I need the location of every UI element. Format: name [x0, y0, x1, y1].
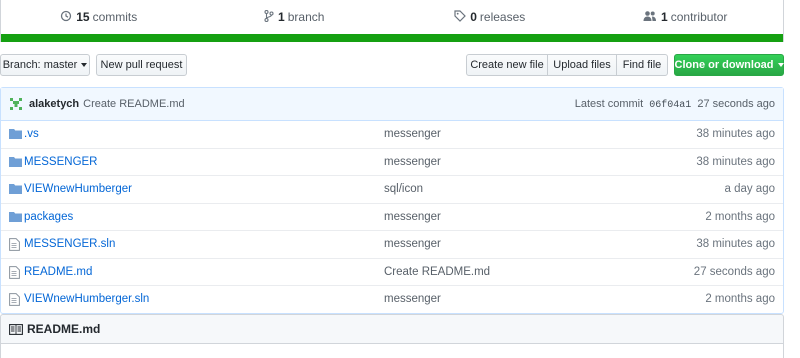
commits-link[interactable]: 15 commits [1, 10, 197, 25]
people-icon [643, 10, 657, 25]
releases-link[interactable]: 0 releases [392, 9, 588, 25]
history-icon [60, 10, 72, 25]
file-name[interactable]: .vs [24, 128, 39, 140]
file-commit-message[interactable]: sql/icon [384, 183, 423, 195]
commit-message[interactable]: Create README.md [83, 98, 184, 110]
tag-icon [454, 9, 467, 25]
file-name[interactable]: README.md [24, 266, 92, 278]
latest-commit-prefix: Latest commit [574, 97, 644, 110]
file-age: 38 minutes ago [696, 238, 775, 251]
file-commit-message[interactable]: messenger [384, 293, 441, 305]
file-name[interactable]: VIEWnewHumberger.sln [24, 293, 149, 305]
new-pull-request-button[interactable]: New pull request [96, 54, 187, 76]
table-row: VIEWnewHumberger sql/icon a day ago [1, 176, 783, 204]
table-row: MESSENGER messenger 38 minutes ago [1, 149, 783, 176]
repo-summary-bar: 15 commits 1 branch 0 releases 1 contrib… [0, 0, 784, 34]
contributors-link[interactable]: 1 contributor [588, 10, 784, 25]
file-commit-message[interactable]: messenger [384, 128, 441, 140]
latest-commit-bar: alaketych Create README.md Latest commit… [1, 88, 783, 121]
folder-icon [9, 183, 22, 195]
file-icon [9, 238, 21, 251]
branch-icon [264, 9, 274, 25]
book-icon [9, 323, 23, 335]
repo-toolbar: Branch: master New pull request Create n… [0, 42, 784, 86]
file-commit-message[interactable]: Create README.md [384, 266, 490, 278]
folder-icon [9, 156, 22, 168]
table-row: .vs messenger 38 minutes ago [1, 121, 783, 149]
file-age: 2 months ago [705, 210, 775, 223]
folder-icon [9, 211, 22, 223]
readme-title: README.md [27, 322, 101, 336]
contributors-count: 1 [661, 10, 668, 24]
readme-header: README.md [0, 314, 784, 344]
branches-label: branch [287, 10, 325, 24]
language-bar [0, 34, 784, 42]
releases-count: 0 [470, 10, 477, 24]
file-name[interactable]: MESSENGER.sln [24, 238, 115, 250]
clone-or-download-label: Clone or download [674, 59, 774, 71]
readme-body [0, 344, 784, 358]
upload-files-button[interactable]: Upload files [547, 54, 617, 76]
file-commit-message[interactable]: messenger [384, 211, 441, 223]
latest-commit-info: Latest commit 06f04a1 27 seconds ago [575, 98, 775, 111]
table-row: packages messenger 2 months ago [1, 204, 783, 231]
file-commit-message[interactable]: messenger [384, 156, 441, 168]
commits-count: 15 [76, 10, 90, 24]
commit-age: 27 seconds ago [697, 97, 775, 110]
file-name[interactable]: VIEWnewHumberger [24, 183, 132, 195]
table-row: README.md Create README.md 27 seconds ag… [1, 259, 783, 286]
file-icon [9, 265, 21, 279]
file-age: a day ago [724, 183, 775, 196]
commits-label: commits [92, 10, 138, 24]
branch-value: master [43, 59, 78, 71]
branch-select-button[interactable]: Branch: master [0, 54, 90, 76]
releases-label: releases [479, 10, 526, 24]
caret-down-icon [777, 63, 784, 67]
file-age: 38 minutes ago [696, 128, 775, 141]
create-new-file-button[interactable]: Create new file [466, 54, 548, 76]
commit-author[interactable]: alaketych [29, 98, 79, 110]
folder-icon [9, 128, 22, 140]
commit-sha[interactable]: 06f04a1 [649, 100, 691, 111]
file-list: .vs messenger 38 minutes ago MESSENGER m… [1, 121, 783, 313]
branch-label: Branch: [2, 59, 41, 71]
file-name[interactable]: MESSENGER [24, 156, 98, 168]
find-file-button[interactable]: Find file [616, 54, 668, 76]
branches-count: 1 [278, 10, 285, 24]
file-age: 2 months ago [705, 293, 775, 306]
avatar[interactable] [9, 97, 23, 111]
file-age: 38 minutes ago [696, 155, 775, 168]
table-row: VIEWnewHumberger.sln messenger 2 months … [1, 286, 783, 313]
clone-or-download-button[interactable]: Clone or download [674, 54, 784, 76]
file-table: alaketych Create README.md Latest commit… [0, 87, 784, 314]
caret-down-icon [81, 63, 88, 67]
file-age: 27 seconds ago [693, 265, 775, 278]
table-row: MESSENGER.sln messenger 38 minutes ago [1, 231, 783, 259]
contributors-label: contributor [670, 10, 728, 24]
branches-link[interactable]: 1 branch [197, 9, 393, 25]
file-icon [9, 293, 21, 306]
file-name[interactable]: packages [24, 211, 73, 223]
file-commit-message[interactable]: messenger [384, 238, 441, 250]
